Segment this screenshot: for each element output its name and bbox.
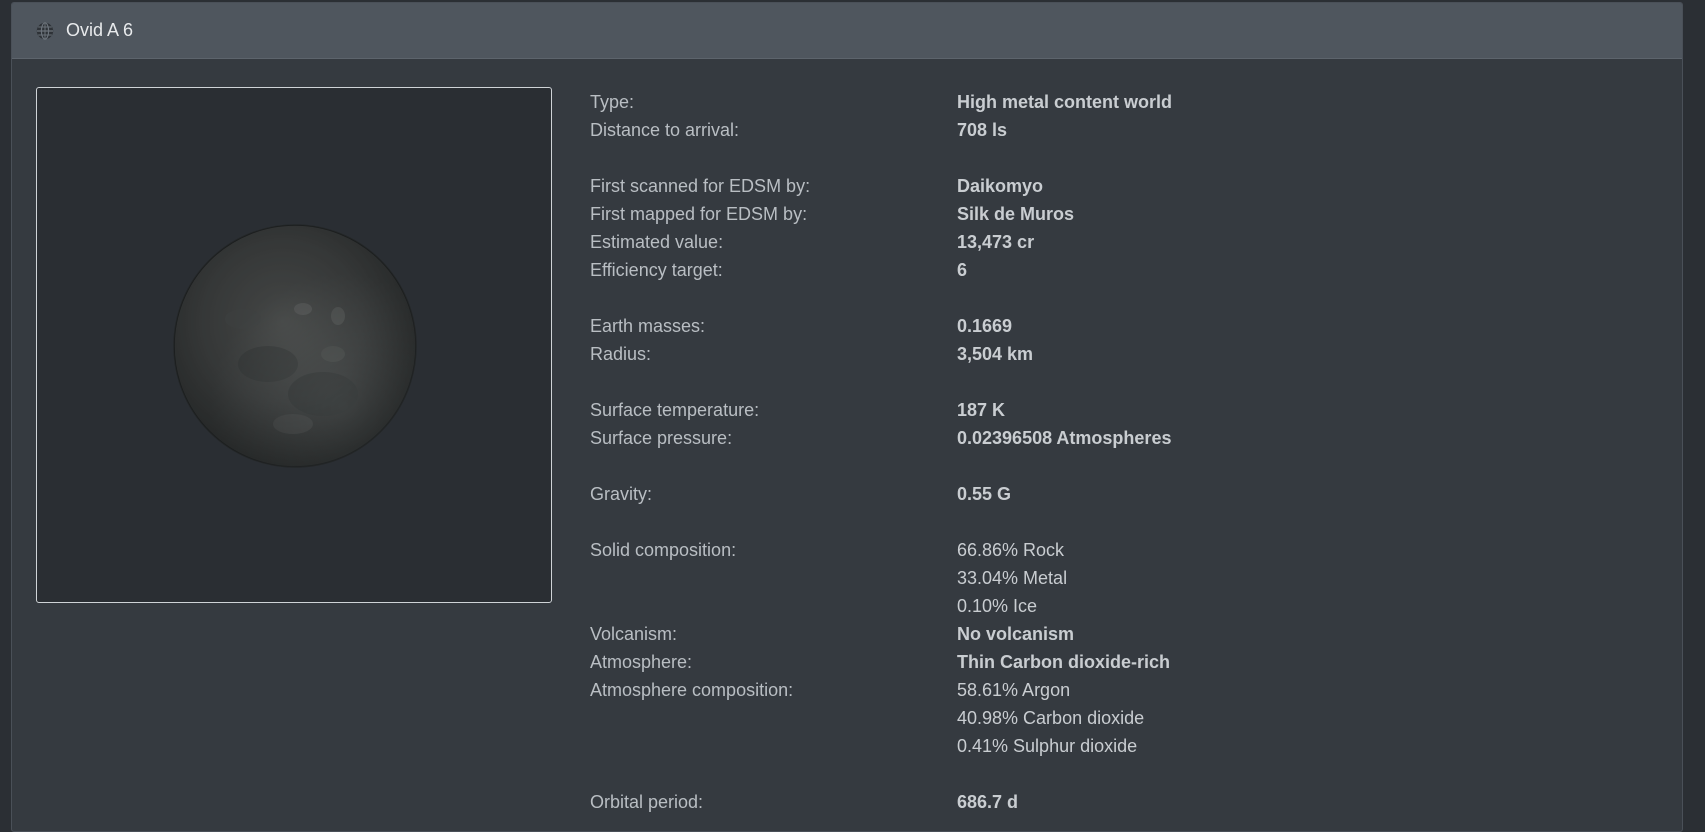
detail-value: Daikomyo xyxy=(957,176,1044,196)
detail-row: 0.41% Sulphur dioxide xyxy=(590,732,1590,760)
detail-label: Distance to arrival: xyxy=(590,120,740,140)
detail-label: First scanned for EDSM by: xyxy=(590,176,811,196)
detail-row: Type: High metal content world xyxy=(590,88,1590,116)
detail-value: 0.55 G xyxy=(957,484,1012,504)
detail-label: Atmosphere: xyxy=(590,652,693,672)
detail-row: 33.04% Metal xyxy=(590,564,1590,592)
detail-label: Earth masses: xyxy=(590,316,706,336)
detail-label xyxy=(590,564,957,592)
detail-row: Estimated value: 13,473 cr xyxy=(590,228,1590,256)
page-title: Ovid A 6 xyxy=(66,20,134,40)
detail-value: 33.04% Metal xyxy=(957,568,1068,588)
detail-value: Silk de Muros xyxy=(957,204,1075,224)
detail-value: 0.10% Ice xyxy=(957,596,1038,616)
panel-header: Ovid A 6 xyxy=(12,3,1682,59)
detail-value: 3,504 km xyxy=(957,344,1034,364)
detail-value: 6 xyxy=(957,260,968,280)
detail-label: Gravity: xyxy=(590,484,653,504)
detail-value: 0.1669 xyxy=(957,316,1013,336)
detail-row: Efficiency target: 6 xyxy=(590,256,1590,284)
detail-value: 187 K xyxy=(957,400,1006,420)
detail-row: Surface temperature: 187 K xyxy=(590,396,1590,424)
detail-row: Volcanism: No volcanism xyxy=(590,620,1590,648)
detail-row: Gravity: 0.55 G xyxy=(590,480,1590,508)
detail-label: Orbital period: xyxy=(590,792,704,812)
detail-label: Surface temperature: xyxy=(590,400,760,420)
detail-row: Radius: 3,504 km xyxy=(590,340,1590,368)
detail-row: Solid composition: 66.86% Rock xyxy=(590,536,1590,564)
detail-label: Volcanism: xyxy=(590,624,678,644)
planet-image-frame xyxy=(36,87,552,603)
detail-label xyxy=(590,592,957,620)
detail-label: First mapped for EDSM by: xyxy=(590,204,808,224)
detail-row: First mapped for EDSM by: Silk de Muros xyxy=(590,200,1590,228)
detail-row: Orbital period: 686.7 d xyxy=(590,788,1590,816)
detail-row: 40.98% Carbon dioxide xyxy=(590,704,1590,732)
detail-label: Surface pressure: xyxy=(590,428,733,448)
detail-value: Thin Carbon dioxide-rich xyxy=(957,652,1171,672)
detail-value: 708 ls xyxy=(957,120,1008,140)
body-panel: Ovid A 6 Type: High metal content world … xyxy=(11,2,1683,832)
detail-label xyxy=(590,704,957,732)
detail-label xyxy=(590,732,957,760)
detail-value: 686.7 d xyxy=(957,792,1019,812)
detail-row: First scanned for EDSM by: Daikomyo xyxy=(590,172,1590,200)
detail-value: 0.02396508 Atmospheres xyxy=(957,428,1172,448)
detail-value: 0.41% Sulphur dioxide xyxy=(957,736,1138,756)
detail-row: Atmosphere: Thin Carbon dioxide-rich xyxy=(590,648,1590,676)
globe-icon xyxy=(36,21,54,40)
detail-value: High metal content world xyxy=(957,92,1173,112)
detail-row: Atmosphere composition: 58.61% Argon xyxy=(590,676,1590,704)
detail-row: Surface pressure: 0.02396508 Atmospheres xyxy=(590,424,1590,452)
detail-value: 40.98% Carbon dioxide xyxy=(957,708,1145,728)
detail-value: 58.61% Argon xyxy=(957,680,1071,700)
detail-row: 0.10% Ice xyxy=(590,592,1590,620)
detail-value: 66.86% Rock xyxy=(957,540,1065,560)
planet-image xyxy=(173,224,417,468)
detail-label: Solid composition: xyxy=(590,540,737,560)
detail-label: Efficiency target: xyxy=(590,260,723,280)
detail-label: Atmosphere composition: xyxy=(590,680,794,700)
detail-row: Earth masses: 0.1669 xyxy=(590,312,1590,340)
detail-label: Radius: xyxy=(590,344,652,364)
detail-row: Distance to arrival: 708 ls xyxy=(590,116,1590,144)
detail-label: Estimated value: xyxy=(590,232,724,252)
body-details: Type: High metal content world Distance to… xyxy=(590,88,1590,816)
detail-label: Type: xyxy=(590,92,635,112)
detail-value: 13,473 cr xyxy=(957,232,1035,252)
detail-value: No volcanism xyxy=(957,624,1075,644)
